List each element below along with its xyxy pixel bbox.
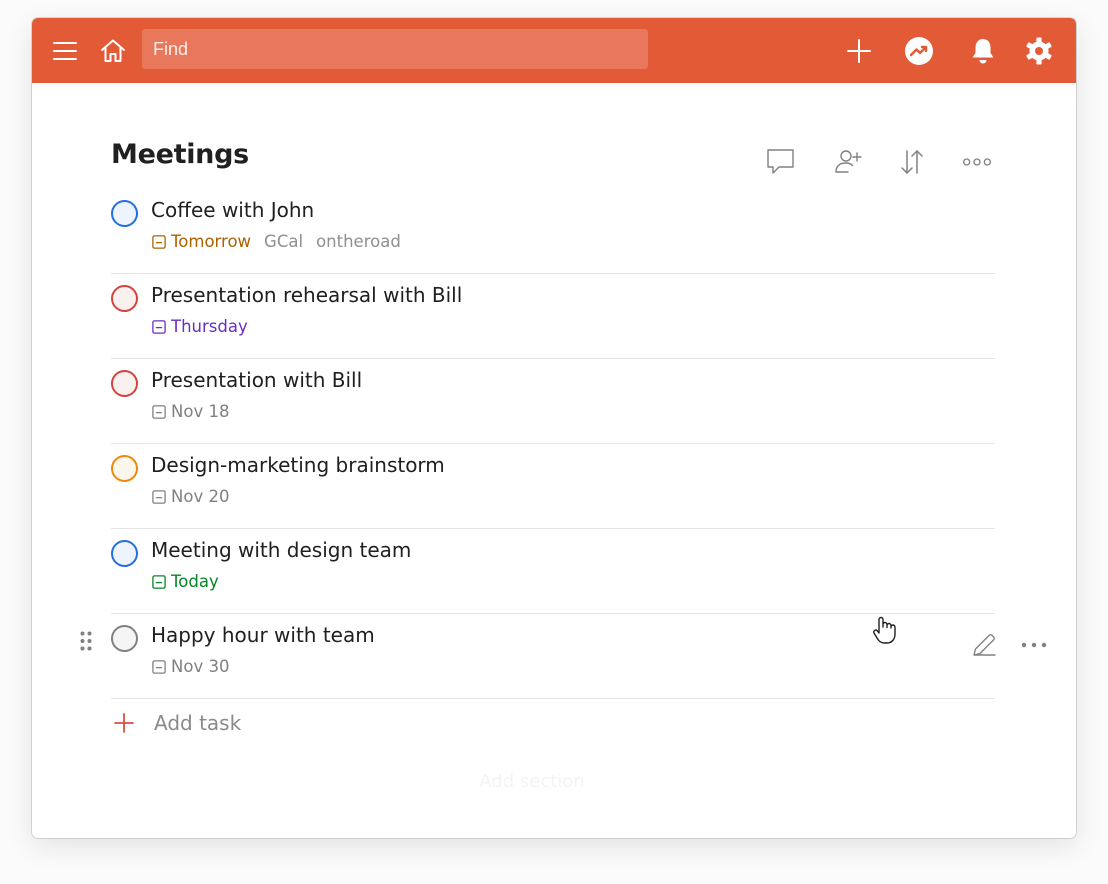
calendar-icon: [152, 319, 166, 334]
calendar-icon: [152, 234, 166, 249]
due-date[interactable]: Thursday: [152, 317, 248, 336]
task-row[interactable]: Meeting with design team Today: [111, 529, 995, 614]
search-bar: [142, 29, 648, 69]
task-row[interactable]: Presentation rehearsal with Bill Thursda…: [111, 274, 995, 359]
task-checkbox[interactable]: [111, 285, 138, 312]
task-more-icon[interactable]: [1019, 630, 1049, 660]
task-meta: Thursday: [152, 317, 248, 336]
project-view: Meetings Coffee with John Tomorrow GCal o…: [32, 83, 1076, 838]
task-list: Coffee with John Tomorrow GCal ontheroad …: [80, 189, 1047, 699]
top-bar: [32, 18, 1076, 83]
add-person-icon[interactable]: [834, 147, 864, 177]
due-date[interactable]: Nov 18: [152, 402, 229, 421]
task-name[interactable]: Happy hour with team: [151, 623, 375, 647]
due-date[interactable]: Tomorrow: [152, 232, 251, 251]
home-icon[interactable]: [98, 36, 128, 66]
add-task-button[interactable]: Add task: [111, 705, 511, 741]
calendar-icon: [152, 489, 166, 504]
due-date-label: Tomorrow: [171, 232, 252, 251]
project-title: Meetings: [111, 139, 249, 170]
more-icon[interactable]: [962, 147, 992, 177]
due-date[interactable]: Today: [152, 572, 219, 591]
task-meta: Nov 18: [152, 402, 229, 421]
calendar-icon: [152, 659, 166, 674]
drag-handle-icon[interactable]: [79, 630, 93, 652]
add-task-label: Add task: [154, 711, 242, 735]
search-input[interactable]: [151, 37, 648, 61]
task-row[interactable]: Design-marketing brainstorm Nov 20: [111, 444, 995, 529]
plus-icon: [111, 710, 137, 736]
task-name[interactable]: Presentation with Bill: [151, 368, 362, 392]
due-date-label: Today: [171, 572, 219, 591]
task-checkbox[interactable]: [111, 540, 138, 567]
task-row[interactable]: Presentation with Bill Nov 18: [111, 359, 995, 444]
karma-trend-icon[interactable]: [904, 36, 934, 66]
due-date-label: Thursday: [171, 317, 248, 336]
comment-icon[interactable]: [766, 147, 796, 177]
task-meta: Nov 30: [152, 657, 229, 676]
sort-icon[interactable]: [897, 147, 927, 177]
task-meta: Tomorrow GCal ontheroad: [152, 232, 401, 251]
calendar-icon: [152, 404, 166, 419]
due-date-label: Nov 30: [171, 657, 230, 676]
task-checkbox[interactable]: [111, 200, 138, 227]
gear-icon[interactable]: [1024, 36, 1054, 66]
task-checkbox[interactable]: [111, 625, 138, 652]
due-date[interactable]: Nov 30: [152, 657, 229, 676]
task-name[interactable]: Presentation rehearsal with Bill: [151, 283, 462, 307]
app-window: Meetings Coffee with John Tomorrow GCalo…: [32, 18, 1076, 838]
pencil-icon[interactable]: [969, 630, 999, 660]
task-checkbox[interactable]: [111, 370, 138, 397]
task-name[interactable]: Meeting with design team: [151, 538, 411, 562]
task-label[interactable]: GCal: [264, 232, 303, 251]
plus-icon[interactable]: [844, 36, 874, 66]
due-date[interactable]: Nov 20: [152, 487, 229, 506]
calendar-icon: [152, 574, 166, 589]
hand-cursor-icon: [870, 615, 898, 645]
add-section-button[interactable]: Add section: [432, 771, 632, 792]
hamburger-icon[interactable]: [50, 36, 80, 66]
due-date-label: Nov 20: [171, 487, 230, 506]
task-label[interactable]: ontheroad: [316, 232, 401, 251]
task-checkbox[interactable]: [111, 455, 138, 482]
task-meta: Nov 20: [152, 487, 229, 506]
task-name[interactable]: Coffee with John: [151, 198, 314, 222]
task-meta: Today: [152, 572, 219, 591]
task-row[interactable]: Happy hour with team Nov 30: [80, 614, 1047, 699]
task-name[interactable]: Design-marketing brainstorm: [151, 453, 445, 477]
task-row[interactable]: Coffee with John Tomorrow GCal ontheroad: [111, 189, 995, 274]
due-date-label: Nov 18: [171, 402, 230, 421]
bell-icon[interactable]: [968, 36, 998, 66]
